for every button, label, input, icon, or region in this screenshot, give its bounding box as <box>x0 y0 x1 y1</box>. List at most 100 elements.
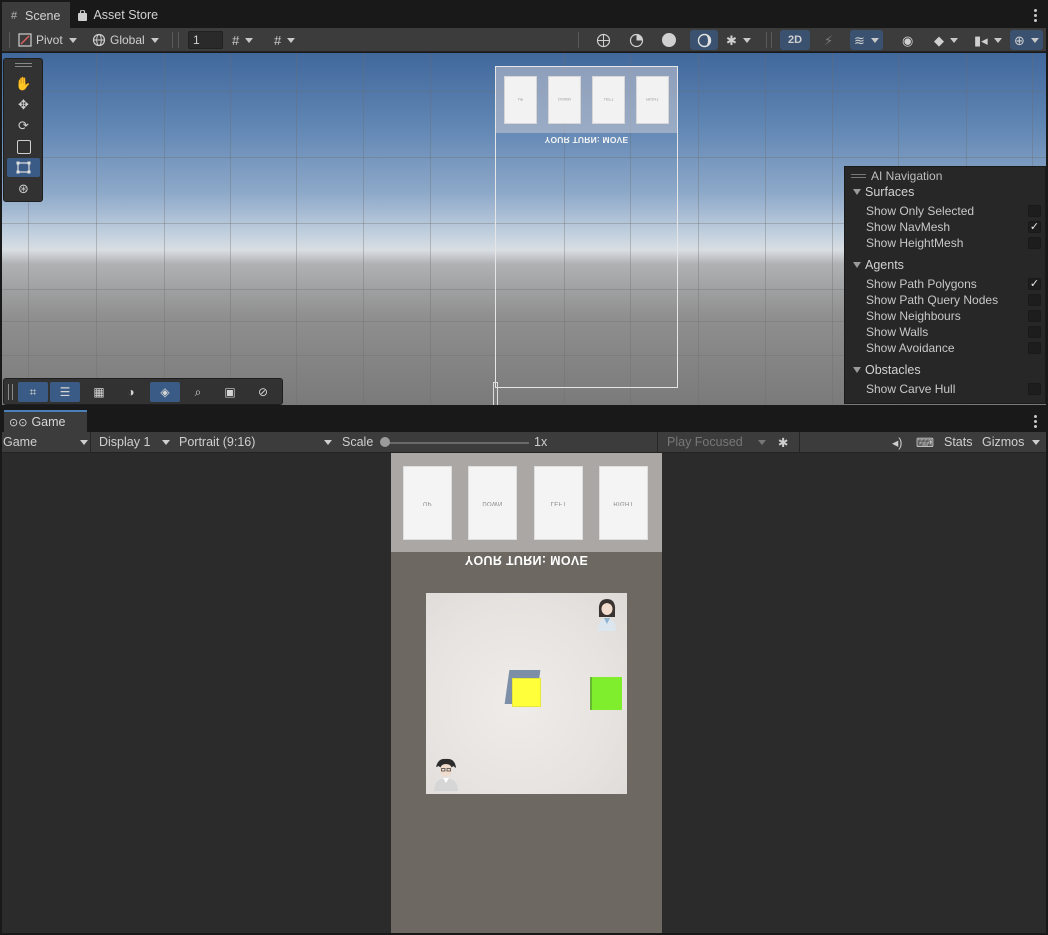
game-view-dropdown[interactable]: Game <box>3 435 88 449</box>
show-avoidance-checkbox[interactable] <box>1028 342 1041 354</box>
game-viewport[interactable]: UP DOWN LEFT RIGHT YOUR TURN: MOVE <box>2 453 1046 933</box>
tab-asset-store[interactable]: Asset Store <box>70 2 168 28</box>
aspect-ratio-dropdown[interactable]: Portrait (9:16) <box>179 435 332 449</box>
display-dropdown[interactable]: Display 1 <box>99 435 170 449</box>
game-panel-menu-icon[interactable] <box>1032 414 1038 430</box>
option-show-heightmesh: Show HeightMesh <box>866 236 964 250</box>
ai-navigation-title[interactable]: AI Navigation <box>851 169 942 183</box>
lighting-off-icon: ⚡ <box>824 32 834 48</box>
toolbar-grip <box>9 32 10 48</box>
show-walls-checkbox[interactable] <box>1028 326 1041 338</box>
canvas-pivot-handle[interactable] <box>493 382 498 405</box>
toggle-2d-button[interactable]: 2D <box>780 30 810 50</box>
grid-snap-value-input[interactable]: 1 <box>188 31 223 49</box>
tab-game[interactable]: ⊙⊙ Game <box>4 410 87 432</box>
scene-card[interactable]: LEFT <box>592 76 625 124</box>
direction-card[interactable]: LEFT <box>534 466 583 540</box>
debug-button[interactable]: ✱ <box>778 435 788 450</box>
stats-button[interactable]: Stats <box>944 435 973 449</box>
rotate-tool-button[interactable]: ⟳ <box>7 116 40 135</box>
section-surfaces[interactable]: Surfaces <box>853 185 914 199</box>
mute-audio-button[interactable]: ◂) <box>892 435 902 450</box>
game-board[interactable] <box>426 593 627 794</box>
lighting-overlay-button[interactable]: ◑ <box>116 382 146 402</box>
scene-card[interactable]: RIGHT <box>636 76 669 124</box>
shaded-sphere-icon <box>662 33 676 47</box>
lit-mode-button[interactable] <box>690 30 718 50</box>
search-overlay-button[interactable]: ⌕ <box>183 382 213 402</box>
show-neighbours-checkbox[interactable] <box>1028 310 1041 322</box>
section-obstacles[interactable]: Obstacles <box>853 363 921 377</box>
rect-overlay-button[interactable]: ⌗ <box>18 382 48 402</box>
move-tool-button[interactable]: ✥ <box>7 95 40 114</box>
shaded-wireframe-button[interactable] <box>625 30 648 50</box>
wireframe-shading-button[interactable] <box>592 30 615 50</box>
chevron-down-icon <box>853 262 861 268</box>
gizmos-dropdown[interactable]: ⊕ <box>1010 30 1043 50</box>
toolbar-separator <box>90 432 91 453</box>
option-show-path-query-nodes: Show Path Query Nodes <box>866 293 999 307</box>
boy-avatar <box>430 757 462 791</box>
grid-paint-button[interactable]: ▦ <box>84 382 114 402</box>
scale-tool-button[interactable] <box>7 137 40 156</box>
direction-card[interactable]: DOWN <box>468 466 517 540</box>
overlay-grip[interactable] <box>8 384 13 400</box>
section-agents[interactable]: Agents <box>853 258 904 272</box>
shaded-button[interactable] <box>658 30 680 50</box>
debug-draw-mode-button[interactable]: ✱ <box>722 30 755 50</box>
globe-icon <box>92 33 106 47</box>
scale-slider-track[interactable] <box>386 442 529 444</box>
show-carve-hull-checkbox[interactable] <box>1028 383 1041 395</box>
snap-increment-button[interactable]: # <box>270 30 299 50</box>
transform-tool-button[interactable]: ⊛ <box>7 179 40 198</box>
ui-canvas-outline[interactable]: UP DOWN LEFT RIGHT YOUR TURN: MOVE <box>495 66 678 388</box>
orientation-overlay-button[interactable]: ⊘ <box>248 382 278 402</box>
rect-tool-button[interactable] <box>7 158 40 177</box>
direction-card[interactable]: RIGHT <box>599 466 648 540</box>
game-screen[interactable]: UP DOWN LEFT RIGHT YOUR TURN: MOVE <box>391 453 662 933</box>
direction-card[interactable]: UP <box>403 466 452 540</box>
chevron-down-icon <box>853 189 861 195</box>
chevron-down-icon <box>993 37 1002 43</box>
tile-palette-button[interactable]: ☰ <box>50 382 80 402</box>
navmesh-overlay-button[interactable]: ◈ <box>150 382 180 402</box>
scene-fx-dropdown[interactable]: ≋ <box>850 30 883 50</box>
layers-fx-icon: ≋ <box>854 32 865 48</box>
hand-tool-button[interactable]: ✋ <box>7 74 40 93</box>
pivot-icon <box>18 33 32 47</box>
tab-scene[interactable]: # Scene <box>2 2 71 28</box>
green-cube[interactable] <box>590 677 622 710</box>
scene-card[interactable]: UP <box>504 76 537 124</box>
layers-dropdown[interactable]: ◆ <box>930 30 962 50</box>
scene-lighting-toggle[interactable]: ⚡ <box>820 30 837 50</box>
lighting-icon <box>697 33 711 47</box>
global-label: Global <box>110 33 145 47</box>
grid-snap-button[interactable]: # <box>228 30 257 50</box>
camera-overlay-button[interactable]: ▣ <box>215 382 245 402</box>
chevron-down-icon <box>742 37 751 43</box>
show-path-polygons-checkbox[interactable]: ✓ <box>1028 278 1041 290</box>
keyboard-shortcuts-button[interactable]: ⌨ <box>916 435 934 450</box>
scene-visibility-toggle[interactable]: ◉ <box>898 30 917 50</box>
pivot-dropdown[interactable]: Pivot <box>14 30 81 50</box>
scene-panel-menu-icon[interactable] <box>1032 8 1038 24</box>
grid-line <box>230 53 231 405</box>
scale-icon <box>16 139 31 154</box>
gizmos-button[interactable]: Gizmos <box>982 435 1041 449</box>
show-only-selected-checkbox[interactable] <box>1028 205 1041 217</box>
grid-paint-icon: ▦ <box>93 385 105 399</box>
grid-snap-icon: # <box>232 32 240 48</box>
show-path-query-nodes-checkbox[interactable] <box>1028 294 1041 306</box>
scale-slider-handle[interactable] <box>380 437 390 447</box>
show-heightmesh-checkbox[interactable] <box>1028 237 1041 249</box>
global-dropdown[interactable]: Global <box>88 30 163 50</box>
scene-camera-dropdown[interactable]: ▮◂ <box>970 30 1006 50</box>
chevron-down-icon <box>853 367 861 373</box>
scene-card[interactable]: DOWN <box>548 76 581 124</box>
overlay-grip[interactable] <box>15 63 32 67</box>
grid-line <box>430 53 431 405</box>
play-mode-dropdown[interactable]: Play Focused <box>667 435 766 449</box>
show-navmesh-checkbox[interactable]: ✓ <box>1028 221 1041 233</box>
yellow-cube[interactable] <box>512 678 541 707</box>
snap-increment-icon: # <box>274 32 282 48</box>
